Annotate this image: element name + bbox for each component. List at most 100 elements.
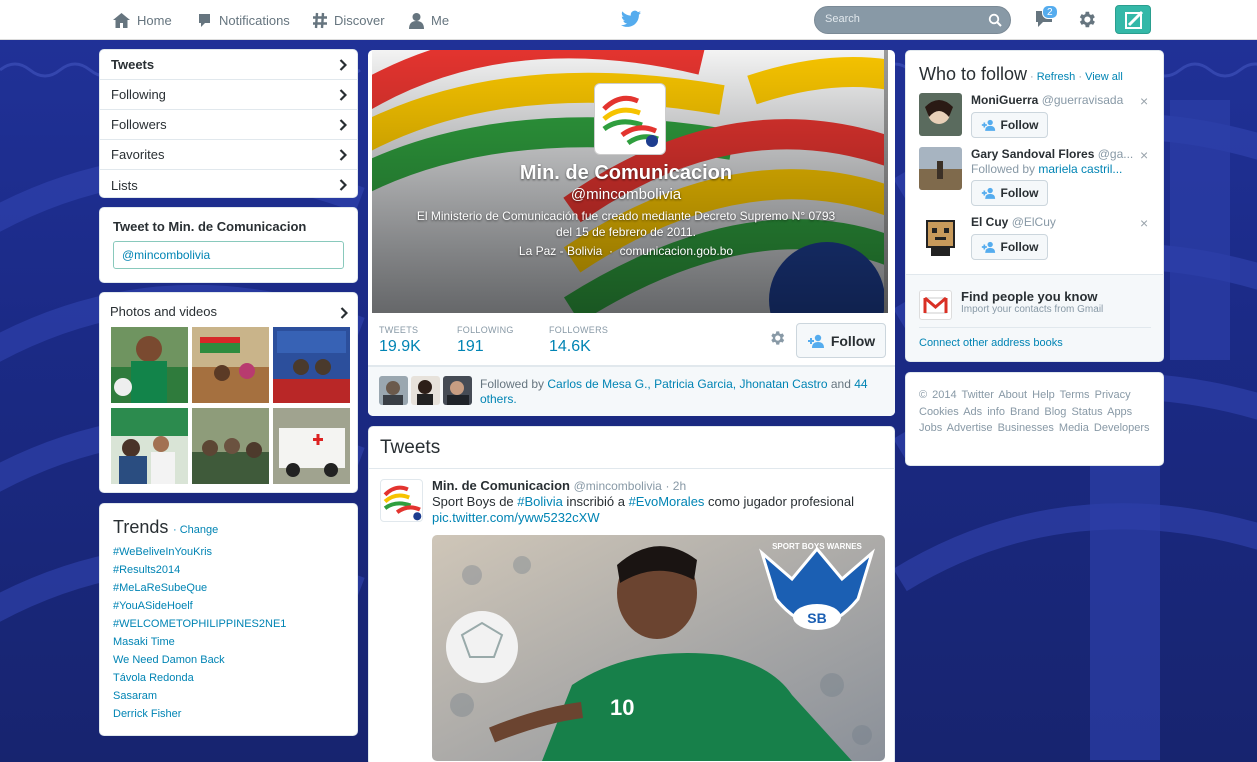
compose-tweet-button[interactable] xyxy=(1115,5,1151,34)
suggestion-name[interactable]: Gary Sandoval Flores xyxy=(971,147,1094,161)
nav-notifications[interactable]: Notifications xyxy=(196,10,290,30)
stat-value: 19.9K xyxy=(379,338,421,355)
suggestion-avatar[interactable] xyxy=(919,147,962,190)
follower-avatar[interactable] xyxy=(443,376,472,405)
trend-item[interactable]: Masaki Time xyxy=(113,636,175,648)
sidebar-item-tweets[interactable]: Tweets xyxy=(100,50,357,80)
trend-item[interactable]: #WELCOMETOPHILIPPINES2NE1 xyxy=(113,618,286,630)
followed-by-names-link[interactable]: Carlos de Mesa G., Patricia Garcia, Jhon… xyxy=(547,377,827,391)
ministry-logo xyxy=(383,485,422,521)
trend-item[interactable]: #YouASideHoelf xyxy=(113,600,193,612)
search-input[interactable]: Search xyxy=(814,6,1011,34)
tweet-text-part: como jugador profesional xyxy=(704,494,855,509)
profile-website-link[interactable]: comunicacion.gob.bo xyxy=(620,244,733,258)
home-icon xyxy=(113,12,130,28)
photo-thumbnail[interactable] xyxy=(111,327,188,403)
trend-item[interactable]: Derrick Fisher xyxy=(113,708,181,720)
site-footer: © 2014 Twitter About Help Terms Privacy … xyxy=(905,372,1164,466)
add-user-icon xyxy=(981,187,995,199)
photo-thumbnail[interactable] xyxy=(192,327,269,403)
find-people-title[interactable]: Find people you know xyxy=(961,289,1098,304)
tweet-author-avatar[interactable] xyxy=(380,479,423,522)
trend-item[interactable]: #WeBeliveInYouKris xyxy=(113,546,212,558)
find-people-subtitle: Import your contacts from Gmail xyxy=(961,304,1104,315)
trend-item[interactable]: #Results2014 xyxy=(113,564,180,576)
profile-handle: @mincombolivia xyxy=(570,186,682,203)
sidebar-item-label: Tweets xyxy=(111,57,155,72)
hashtag-link[interactable]: #EvoMorales xyxy=(629,494,705,509)
sidebar-item-followers[interactable]: Followers xyxy=(100,110,357,140)
stat-followers[interactable]: FOLLOWERS 14.6K xyxy=(549,325,608,356)
divider xyxy=(369,468,894,469)
nav-me[interactable]: Me xyxy=(408,10,449,30)
follow-suggestion-button[interactable]: Follow xyxy=(971,234,1048,260)
photo-thumbnail[interactable] xyxy=(273,408,350,484)
profile-meta: La Paz - Bolivia · comunicacion.gob.bo xyxy=(368,244,884,258)
mutual-follower-link[interactable]: mariela castril... xyxy=(1038,162,1122,176)
twitter-bird-icon[interactable] xyxy=(621,10,641,28)
gmail-icon[interactable] xyxy=(919,290,952,320)
trend-item[interactable]: We Need Damon Back xyxy=(113,654,225,666)
dismiss-icon[interactable]: × xyxy=(1140,93,1148,109)
follow-label: Follow xyxy=(1000,118,1039,132)
hashtag-link[interactable]: #Bolivia xyxy=(517,494,563,509)
photos-header-link[interactable]: Photos and videos xyxy=(110,304,217,319)
trend-item[interactable]: Sasaram xyxy=(113,690,157,702)
stat-following[interactable]: FOLLOWING 191 xyxy=(457,325,514,356)
photo-thumbnail[interactable] xyxy=(273,327,350,403)
suggestion-avatar[interactable] xyxy=(919,93,962,136)
suggestion-context: Followed by mariela castril... xyxy=(971,162,1131,176)
refresh-link[interactable]: Refresh xyxy=(1037,71,1076,83)
follow-suggestion-button[interactable]: Follow xyxy=(971,112,1048,138)
follower-avatar[interactable] xyxy=(379,376,408,405)
trends-change-link[interactable]: · Change xyxy=(173,524,218,536)
suggestion-name-line: Gary Sandoval Flores @ga... xyxy=(971,147,1143,161)
dismiss-icon[interactable]: × xyxy=(1140,147,1148,163)
tweet-timestamp[interactable]: · 2h xyxy=(665,479,686,493)
who-to-follow-links: · Refresh · View all xyxy=(1030,71,1123,83)
tweet-author-handle[interactable]: @mincombolivia xyxy=(574,479,662,493)
nav-home-label: Home xyxy=(137,12,172,28)
photo-thumbnail[interactable] xyxy=(192,408,269,484)
follow-button[interactable]: Follow xyxy=(796,323,886,358)
follow-label: Follow xyxy=(1000,186,1039,200)
sidebar-item-favorites[interactable]: Favorites xyxy=(100,140,357,170)
chevron-right-icon xyxy=(340,307,348,319)
suggestion-avatar[interactable] xyxy=(919,215,962,258)
suggestion-handle: @guerravisada xyxy=(1041,93,1124,107)
suggestion-name[interactable]: MoniGuerra xyxy=(971,93,1038,107)
sidebar-item-lists[interactable]: Lists xyxy=(100,170,357,197)
photo-thumbnail[interactable] xyxy=(111,408,188,484)
dismiss-icon[interactable]: × xyxy=(1140,215,1148,231)
profile-location: La Paz - Bolivia xyxy=(518,244,603,258)
nav-home[interactable]: Home xyxy=(112,10,172,30)
search-icon[interactable] xyxy=(988,13,1002,27)
suggestion-handle: @ga... xyxy=(1097,147,1134,161)
tweet-author-name[interactable]: Min. de Comunicacion xyxy=(432,478,570,493)
profile-avatar[interactable] xyxy=(595,84,665,154)
follower-avatar[interactable] xyxy=(411,376,440,405)
profile-name: Min. de Comunicacion xyxy=(519,162,733,184)
nav-discover[interactable]: Discover xyxy=(312,10,385,30)
who-to-follow-box: Who to follow · Refresh · View all MoniG… xyxy=(905,50,1164,362)
followed-by-prefix: Followed by xyxy=(480,377,545,391)
tweet-media-link[interactable]: pic.twitter.com/yww5232cXW xyxy=(432,510,600,525)
stat-label: FOLLOWING xyxy=(457,325,514,335)
nav-me-label: Me xyxy=(431,12,450,28)
follow-suggestion-button[interactable]: Follow xyxy=(971,180,1048,206)
sidebar-item-label: Followers xyxy=(111,117,167,132)
sidebar-item-following[interactable]: Following xyxy=(100,80,357,110)
user-actions-gear-icon[interactable] xyxy=(768,329,786,347)
connect-address-books-link[interactable]: Connect other address books xyxy=(919,337,1063,349)
stat-value: 14.6K xyxy=(549,338,591,355)
top-navigation-bar: Home Notifications Discover Me Search 2 xyxy=(0,0,1257,40)
trend-item[interactable]: #MeLaReSubeQue xyxy=(113,582,207,594)
stat-tweets[interactable]: TWEETS 19.9K xyxy=(379,325,421,356)
view-all-link[interactable]: View all xyxy=(1085,71,1123,83)
settings-gear-icon[interactable] xyxy=(1076,9,1097,30)
trend-item[interactable]: Távola Redonda xyxy=(113,672,194,684)
footer-links[interactable]: © 2014 Twitter About Help Terms Privacy … xyxy=(919,387,1159,437)
tweet-media-image[interactable]: SB SPORT BOYS WARNES 10 xyxy=(432,535,885,761)
suggestion-name[interactable]: El Cuy xyxy=(971,215,1008,229)
tweet-to-input[interactable]: @mincombolivia xyxy=(113,241,344,269)
